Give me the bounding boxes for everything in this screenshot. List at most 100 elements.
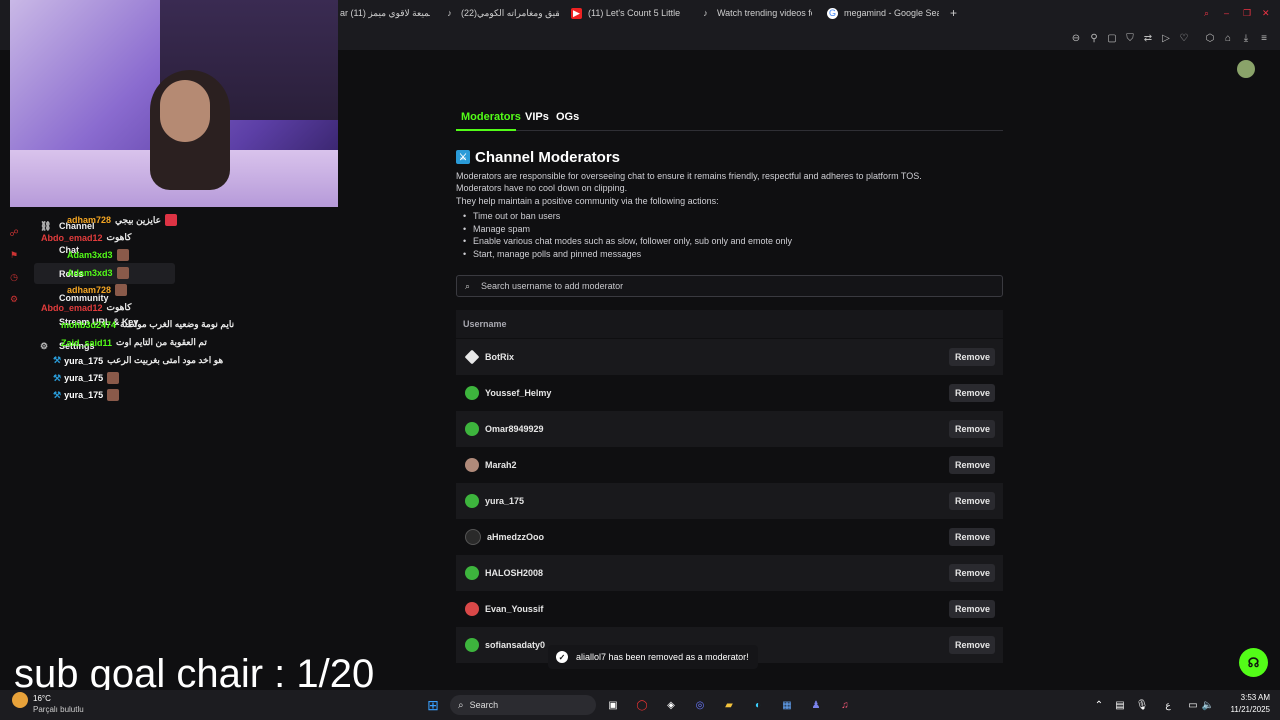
moderator-search[interactable]: ⌕ bbox=[456, 275, 1003, 297]
pin-icon[interactable]: ⚲ bbox=[1088, 32, 1100, 44]
minimize-icon[interactable]: – bbox=[1224, 0, 1236, 26]
cortana-icon[interactable]: ◎ bbox=[692, 697, 708, 713]
download-icon[interactable]: ⤓ bbox=[1240, 32, 1252, 44]
browser-tab[interactable]: ar (11) تجميعة لاقوي ميمز bbox=[340, 0, 430, 26]
chat-message: كاهوت bbox=[106, 302, 132, 312]
creator-icon[interactable]: ☍ bbox=[8, 227, 20, 239]
moderator-username[interactable]: BotRix bbox=[485, 352, 949, 362]
mod-badge-icon: ⚒ bbox=[53, 355, 62, 365]
language-indicator[interactable]: ع bbox=[1161, 697, 1175, 713]
browser-tab[interactable]: G megamind - Google Search bbox=[827, 0, 939, 26]
moderator-username[interactable]: Marah2 bbox=[485, 460, 949, 470]
chat-line: Abdo_emad12 كاهوت bbox=[41, 302, 131, 313]
game-icon[interactable]: ◈ bbox=[663, 697, 679, 713]
clock-date[interactable]: 11/21/2025 bbox=[1222, 705, 1270, 714]
chat-message: تم العقوبة من التايم اوت bbox=[116, 337, 207, 347]
check-icon: ✓ bbox=[556, 651, 568, 663]
remove-button[interactable]: Remove bbox=[949, 600, 995, 618]
action-item: Time out or ban users bbox=[463, 211, 560, 221]
new-tab-button[interactable]: + bbox=[950, 0, 962, 26]
network-icon[interactable]: ▭ bbox=[1186, 697, 1200, 713]
browser-tab[interactable]: ▶ (11) Let's Count 5 Little Du bbox=[571, 0, 683, 26]
browser-tab[interactable]: ♪ (22)شقيق ومغامراته الكومي bbox=[444, 0, 559, 26]
music-icon[interactable]: ♫ bbox=[837, 697, 853, 713]
maximize-icon[interactable]: ❐ bbox=[1243, 0, 1255, 26]
chat-line: Adam3xd3 bbox=[67, 267, 129, 279]
tray-app-icon[interactable]: ▤ bbox=[1113, 697, 1127, 713]
mod-badge-icon: ⚒ bbox=[53, 389, 62, 400]
chat-username: Zaid_said11 bbox=[61, 337, 113, 348]
remove-button[interactable]: Remove bbox=[949, 528, 995, 546]
heart-icon[interactable]: ♡ bbox=[1178, 32, 1190, 44]
weather-temp[interactable]: 16°C bbox=[33, 694, 51, 703]
remove-button[interactable]: Remove bbox=[949, 492, 995, 510]
chat-message: كاهوت bbox=[106, 232, 132, 242]
translate-icon[interactable]: ⇄ bbox=[1142, 32, 1154, 44]
tiktok-icon: ♪ bbox=[447, 8, 452, 18]
edge-icon[interactable]: ◐ bbox=[750, 697, 766, 713]
opera-icon[interactable]: ◯ bbox=[634, 697, 650, 713]
action-item: Start, manage polls and pinned messages bbox=[463, 249, 641, 259]
bookmark-icon[interactable]: ⚑ bbox=[8, 249, 20, 261]
table-row: Evan_Youssif Remove bbox=[456, 591, 1003, 627]
tab-vips[interactable]: VIPs bbox=[525, 111, 549, 123]
moderator-username[interactable]: HALOSH2008 bbox=[485, 568, 949, 578]
settings-icon[interactable]: ⚙ bbox=[8, 293, 20, 305]
search-icon[interactable]: ⌕ bbox=[1204, 0, 1216, 26]
clock-time[interactable]: 3:53 AM bbox=[1222, 693, 1270, 702]
zoom-icon[interactable]: ⊖ bbox=[1070, 32, 1082, 44]
chevron-up-icon[interactable]: ⌃ bbox=[1092, 697, 1106, 713]
remove-button[interactable]: Remove bbox=[949, 456, 995, 474]
volume-icon[interactable]: 🔈 bbox=[1201, 697, 1215, 713]
tab-ogs[interactable]: OGs bbox=[556, 111, 579, 123]
avatar bbox=[465, 458, 479, 472]
history-icon[interactable]: ◷ bbox=[8, 271, 20, 283]
chat-username: adham728 bbox=[67, 215, 112, 225]
avatar bbox=[465, 602, 479, 616]
windows-start-icon[interactable]: ⊞ bbox=[425, 697, 441, 713]
moderator-username[interactable]: Evan_Youssif bbox=[485, 604, 949, 614]
browser-tab[interactable]: ♪ Watch trending videos fo bbox=[700, 0, 812, 26]
task-view-icon[interactable]: ▣ bbox=[605, 697, 621, 713]
user-avatar[interactable] bbox=[1237, 60, 1255, 78]
shield-icon[interactable]: ⛉ bbox=[1124, 32, 1136, 44]
remove-button[interactable]: Remove bbox=[949, 636, 995, 654]
remove-button[interactable]: Remove bbox=[949, 384, 995, 402]
avatar bbox=[465, 386, 479, 400]
chat-emote-icon bbox=[115, 284, 128, 296]
microphone-icon[interactable]: 🎙 bbox=[1135, 697, 1149, 713]
remove-button[interactable]: Remove bbox=[949, 420, 995, 438]
screenshot-icon[interactable]: ▢ bbox=[1106, 32, 1118, 44]
chat-username: yura_175 bbox=[64, 390, 104, 400]
extensions-icon[interactable]: ⬡ bbox=[1204, 32, 1216, 44]
weather-desc: Parçalı bulutlu bbox=[33, 705, 84, 714]
play-icon[interactable]: ▷ bbox=[1160, 32, 1172, 44]
webcam-overlay bbox=[10, 0, 338, 207]
google-icon: G bbox=[827, 7, 838, 19]
lock-icon[interactable]: ⌂ bbox=[1222, 32, 1234, 44]
store-icon[interactable]: ▦ bbox=[779, 697, 795, 713]
table-row: Youssef_Helmy Remove bbox=[456, 375, 1003, 411]
moderator-username[interactable]: aHmedzzOoo bbox=[487, 532, 949, 542]
moderator-username[interactable]: Youssef_Helmy bbox=[485, 388, 949, 398]
chat-emote-icon bbox=[116, 249, 129, 261]
moderator-username[interactable]: Omar8949929 bbox=[485, 424, 949, 434]
close-icon[interactable]: ✕ bbox=[1262, 0, 1274, 26]
file-explorer-icon[interactable]: ▰ bbox=[721, 697, 737, 713]
moderator-username[interactable]: yura_175 bbox=[485, 496, 949, 506]
menu-icon[interactable]: ≡ bbox=[1258, 32, 1270, 44]
avatar bbox=[464, 349, 480, 365]
table-row: BotRix Remove bbox=[456, 339, 1003, 375]
support-chat-button[interactable]: ☊ bbox=[1239, 648, 1268, 677]
weather-icon bbox=[12, 692, 28, 708]
taskbar-search[interactable]: ⌕ Search bbox=[450, 695, 596, 715]
teams-icon[interactable]: ♟ bbox=[808, 697, 824, 713]
remove-button[interactable]: Remove bbox=[949, 564, 995, 582]
tab-moderators[interactable]: Moderators bbox=[461, 111, 521, 123]
page-title: ⚔ Channel Moderators bbox=[456, 147, 620, 167]
remove-button[interactable]: Remove bbox=[949, 348, 995, 366]
chat-username: Abdo_emad12 bbox=[41, 302, 103, 313]
gear-icon: ⚙ bbox=[40, 341, 49, 351]
moderator-search-input[interactable] bbox=[479, 280, 983, 292]
description-line: Moderators are responsible for overseein… bbox=[456, 171, 922, 181]
